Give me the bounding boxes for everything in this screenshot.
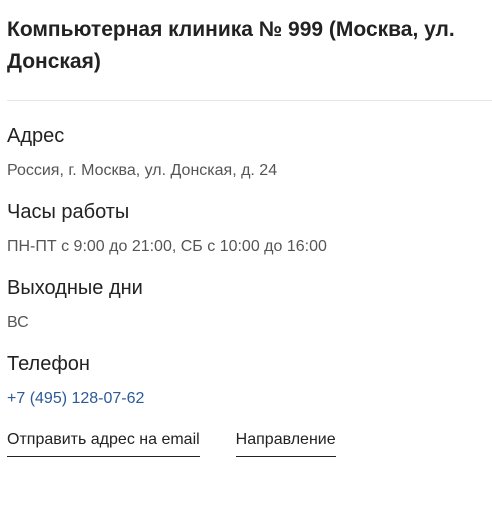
hours-value: ПН-ПТ с 9:00 до 21:00, СБ с 10:00 до 16:…	[7, 238, 327, 255]
days-off-heading: Выходные дни	[7, 277, 143, 299]
send-address-email-link[interactable]: Отправить адрес на email	[7, 429, 200, 457]
address-value: Россия, г. Москва, ул. Донская, д. 24	[7, 162, 278, 179]
address-section: Адрес Россия, г. Москва, ул. Донская, д.…	[7, 123, 492, 183]
hours-heading: Часы работы	[7, 201, 130, 223]
divider	[7, 100, 492, 101]
phone-heading: Телефон	[7, 353, 90, 375]
days-off-value: ВС	[7, 314, 29, 331]
directions-link[interactable]: Направление	[235, 429, 336, 457]
phone-link[interactable]: +7 (495) 128-07-62	[7, 390, 144, 407]
location-card: Компьютерная клиника № 999 (Москва, ул. …	[0, 0, 492, 531]
days-off-section: Выходные дни ВС	[7, 275, 492, 335]
phone-value-wrapper: +7 (495) 128-07-62	[7, 387, 492, 411]
address-heading: Адрес	[7, 125, 65, 147]
action-links: Отправить адрес на email Направление	[7, 429, 492, 457]
phone-section: Телефон +7 (495) 128-07-62	[7, 351, 492, 411]
hours-section: Часы работы ПН-ПТ с 9:00 до 21:00, СБ с …	[7, 199, 492, 259]
page-title: Компьютерная клиника № 999 (Москва, ул. …	[7, 18, 455, 73]
